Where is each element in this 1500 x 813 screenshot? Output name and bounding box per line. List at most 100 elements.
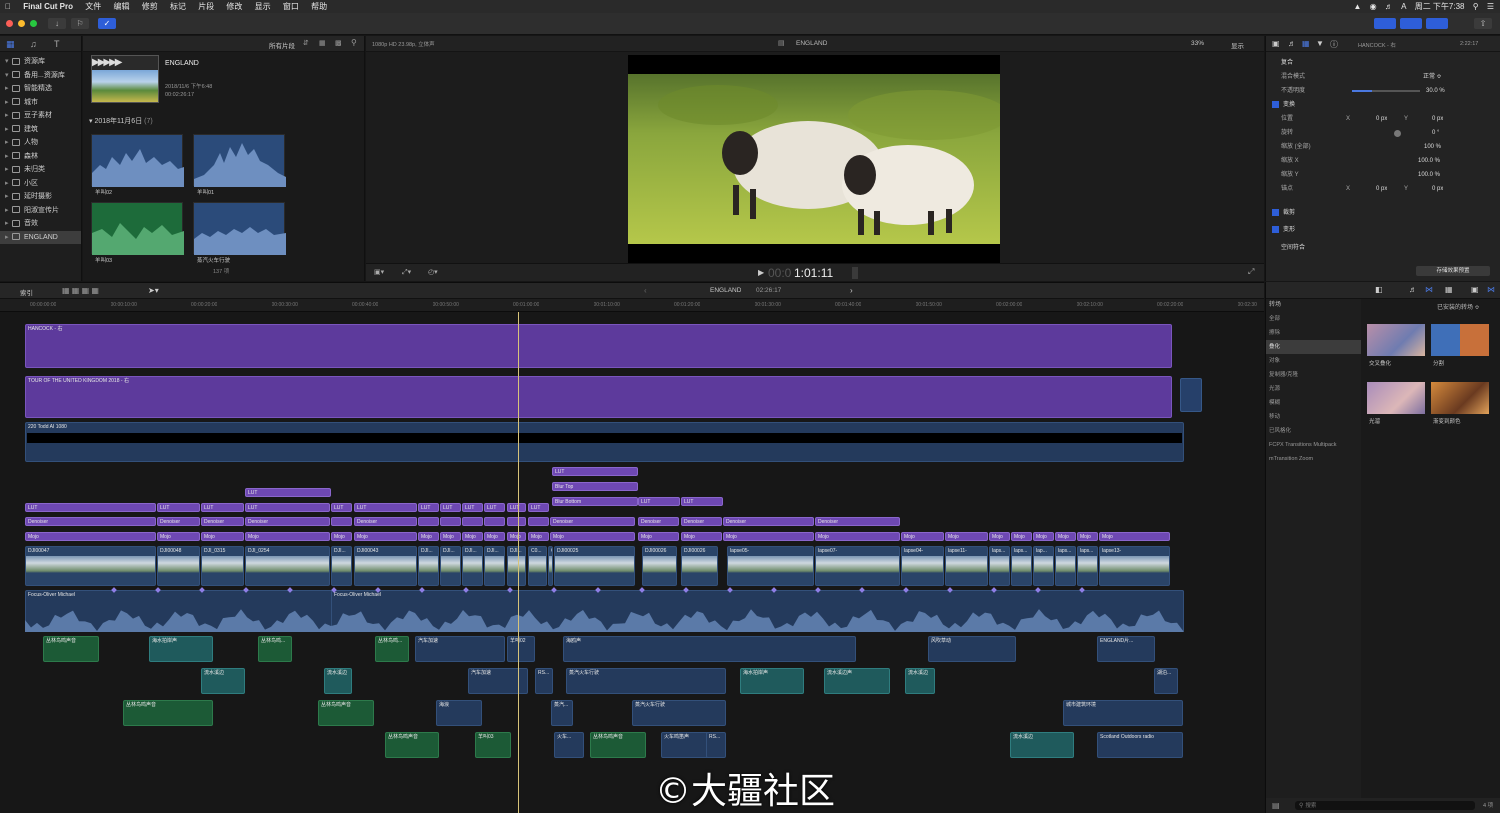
transition-category[interactable]: 全部: [1266, 312, 1361, 326]
app-menu[interactable]: Final Cut Pro: [18, 0, 78, 13]
effect-mojo-clip[interactable]: Mojo: [1099, 532, 1170, 541]
effect-lut-clip[interactable]: LUT: [528, 503, 549, 512]
effect-denoiser-clip[interactable]: Denoiser: [25, 517, 156, 526]
library-item[interactable]: ▸ 豆子素材: [0, 109, 81, 123]
menu-clock[interactable]: 周二 下午7:38: [1415, 0, 1465, 13]
library-item[interactable]: ▸ 人物: [0, 136, 81, 150]
video-inspector-icon[interactable]: ▣: [1272, 39, 1280, 48]
video-clip[interactable]: C0...: [548, 546, 553, 586]
transitions-browser-icon[interactable]: ⋈: [1425, 285, 1433, 294]
audio-clip[interactable]: RS...: [535, 668, 553, 694]
video-clip[interactable]: DJI...: [507, 546, 526, 586]
clip-thumb-yangjiao01[interactable]: [193, 134, 286, 187]
scale-y-value[interactable]: 100.0 %: [1418, 168, 1440, 182]
audio-clip[interactable]: 风吹草动: [928, 636, 1016, 662]
transform-tools-icon[interactable]: ⤢▾: [402, 268, 411, 277]
disclosure-right-icon[interactable]: ▸: [5, 190, 12, 204]
effect-mojo-clip[interactable]: Mojo: [331, 532, 352, 541]
show-inspector-toggle[interactable]: [1426, 18, 1448, 29]
menu-clip[interactable]: 片段: [193, 0, 219, 13]
effect-mojo-clip[interactable]: Mojo: [201, 532, 244, 541]
transform-inspector-icon[interactable]: ▦: [1302, 39, 1310, 48]
clip-thumb-steam-train[interactable]: [193, 202, 286, 255]
effect-mojo-clip[interactable]: Mojo: [528, 532, 549, 541]
filter-inspector-icon[interactable]: ▼: [1316, 39, 1324, 48]
audio-clip[interactable]: 丛林鸟鸣...: [258, 636, 292, 662]
show-browser-toggle[interactable]: [1374, 18, 1396, 29]
menu-view[interactable]: 显示: [250, 0, 276, 13]
view-options-menu[interactable]: 显示: [1231, 40, 1244, 50]
library-item[interactable]: ▸ 音效: [0, 217, 81, 231]
library-item[interactable]: ▸ 未归类: [0, 163, 81, 177]
disclosure-down-icon[interactable]: ▾: [5, 55, 12, 69]
menu-window[interactable]: 窗口: [278, 0, 304, 13]
transition-category[interactable]: 对象: [1266, 354, 1361, 368]
effect-denoiser-clip[interactable]: Denoiser: [550, 517, 635, 526]
disclosure-right-icon[interactable]: ▸: [5, 109, 12, 123]
audio-clip[interactable]: 丛林鸟鸣声音: [123, 700, 213, 726]
clip-thumb-yangjiao02[interactable]: [91, 134, 184, 187]
effect-denoiser-clip[interactable]: [418, 517, 439, 526]
audio-clip[interactable]: 丛林鸟鸣声音: [590, 732, 646, 758]
minimize-window-button[interactable]: [18, 20, 25, 27]
audio-clip[interactable]: 流水溪边声: [824, 668, 890, 694]
transition-category[interactable]: 擦除: [1266, 326, 1361, 340]
input-source-icon[interactable]: A: [1401, 0, 1406, 13]
audio-clip[interactable]: 丛林鸟鸣...: [375, 636, 409, 662]
show-timeline-toggle[interactable]: [1400, 18, 1422, 29]
effect-denoiser-clip[interactable]: Denoiser: [201, 517, 244, 526]
effect-lut-clip[interactable]: LUT: [462, 503, 483, 512]
audio-clip[interactable]: 羊叫02: [507, 636, 535, 662]
titles-icon[interactable]: ▣: [1471, 285, 1479, 294]
audio-inspector-icon[interactable]: ♬: [1288, 39, 1296, 48]
audio-clip[interactable]: 汽车加速: [468, 668, 528, 694]
append-clip-icon[interactable]: ▦ ▦ ▦ ▦: [62, 286, 99, 295]
select-tool-icon[interactable]: ➤▾: [148, 286, 159, 295]
effect-mojo-clip[interactable]: Mojo: [418, 532, 439, 541]
disclosure-right-icon[interactable]: ▸: [5, 231, 12, 245]
audio-clip[interactable]: 流水溪边: [324, 668, 352, 694]
distort-checkbox[interactable]: [1272, 225, 1279, 233]
small-title-clip[interactable]: [1180, 378, 1202, 412]
video-clip[interactable]: lapse04-: [901, 546, 944, 586]
effect-denoiser-clip[interactable]: [331, 517, 352, 526]
disclosure-down-icon[interactable]: ▾: [89, 118, 93, 125]
disclosure-right-icon[interactable]: ▸: [5, 96, 12, 110]
video-frame[interactable]: [628, 55, 1000, 263]
transform-checkbox[interactable]: [1272, 100, 1279, 108]
audio-clip[interactable]: 流水溪边: [905, 668, 935, 694]
browser-search-icon[interactable]: ⚲: [351, 38, 357, 47]
rotation-value[interactable]: 0 °: [1432, 126, 1439, 140]
menu-trim[interactable]: 修剪: [137, 0, 163, 13]
video-clip[interactable]: lapse11-: [945, 546, 988, 586]
effect-blur-bottom-clip[interactable]: Blur Bottom: [552, 497, 638, 506]
timeline-ruler[interactable]: 00:00:00:00 00:00:10:00 00:00:20:00 00:00:3…: [0, 299, 1264, 312]
library-item[interactable]: ▸ 小区: [0, 177, 81, 191]
keyword-icon[interactable]: ⚐: [71, 18, 89, 29]
menu-modify[interactable]: 修改: [221, 0, 247, 13]
video-clip[interactable]: DJI_0315: [201, 546, 244, 586]
section-compositing[interactable]: 复合: [1281, 56, 1293, 70]
apple-icon[interactable]: : [0, 0, 16, 13]
effect-mojo-clip[interactable]: Mojo: [1055, 532, 1076, 541]
effect-denoiser-clip[interactable]: Denoiser: [815, 517, 900, 526]
video-clip[interactable]: DJI_0254: [245, 546, 330, 586]
disclosure-right-icon[interactable]: ▸: [5, 163, 12, 177]
video-clip[interactable]: DJI...: [331, 546, 352, 586]
effect-denoiser-clip[interactable]: [528, 517, 549, 526]
effect-lut-clip[interactable]: LUT: [25, 503, 156, 512]
effect-lut-clip[interactable]: LUT: [681, 497, 723, 506]
close-window-button[interactable]: [6, 20, 13, 27]
audio-clip[interactable]: 海鸥声: [563, 636, 856, 662]
effect-lut-clip[interactable]: LUT: [245, 503, 330, 512]
library-item[interactable]: ▸ 城市: [0, 96, 81, 110]
effect-mojo-clip[interactable]: Mojo: [901, 532, 944, 541]
control-center-icon[interactable]: ☰: [1487, 0, 1494, 13]
transitions-search-field[interactable]: ⚲ 搜索: [1295, 801, 1475, 810]
video-clip[interactable]: DJI00043: [354, 546, 417, 586]
effect-mojo-clip[interactable]: Mojo: [1011, 532, 1032, 541]
position-x-value[interactable]: 0 px: [1376, 112, 1387, 126]
transition-thumb-split[interactable]: [1431, 324, 1489, 356]
rotation-dial[interactable]: [1394, 130, 1401, 137]
position-y-value[interactable]: 0 px: [1432, 112, 1443, 126]
